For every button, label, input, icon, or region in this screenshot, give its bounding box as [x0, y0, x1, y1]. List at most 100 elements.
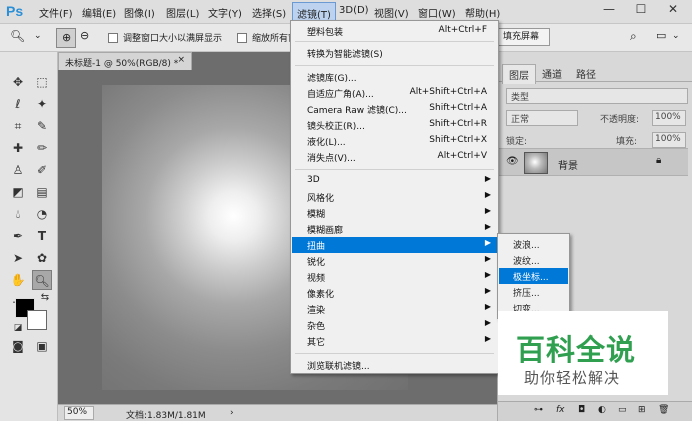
adjustment-layer-icon[interactable]: ◐ [598, 405, 606, 415]
lock-icon: 🔒︎ [656, 155, 662, 166]
layer-filter-select[interactable]: 类型 [506, 88, 688, 104]
resize-window-checkbox[interactable] [108, 33, 118, 43]
menu-select[interactable]: 选择(S) [252, 5, 286, 20]
menu-separator [295, 353, 494, 354]
eyedropper-tool-icon[interactable]: ✎ [32, 116, 52, 136]
visibility-eye-icon[interactable]: 👁︎ [506, 156, 519, 167]
menu-item-adaptive-wide-angle[interactable]: 自适应广角(A)... Alt+Shift+Ctrl+A [292, 85, 497, 101]
menu-item-distort[interactable]: 扭曲 ▶ [292, 237, 497, 253]
delete-layer-icon[interactable]: 🗑︎ [658, 405, 669, 415]
menu-item-plastic-wrap[interactable]: 塑料包装 Alt+Ctrl+F [292, 23, 497, 39]
hand-tool-icon[interactable]: ✋ [8, 270, 28, 290]
menu-item-render[interactable]: 渲染 ▶ [292, 301, 497, 317]
zoom-all-windows-checkbox[interactable] [237, 33, 247, 43]
menu-item-3d[interactable]: 3D ▶ [292, 173, 497, 189]
document-tab[interactable]: 未标题-1 @ 50%(RGB/8) * × [58, 52, 192, 70]
menu-item-pixelate[interactable]: 像素化 ▶ [292, 285, 497, 301]
crop-tool-icon[interactable]: ⌗ [8, 116, 28, 136]
menu-item-camera-raw[interactable]: Camera Raw 滤镜(C)... Shift+Ctrl+A [292, 101, 497, 117]
submenu-arrow-icon: ▶ [484, 222, 491, 231]
pen-tool-icon[interactable]: ✒ [8, 226, 28, 246]
menu-3d[interactable]: 3D(D) [339, 5, 369, 16]
close-button[interactable]: ✕ [658, 0, 688, 20]
close-document-icon[interactable]: × [177, 55, 185, 65]
zoom-tool-icon[interactable]: 🔍︎ [32, 270, 52, 290]
new-group-icon[interactable]: ▭ [618, 405, 627, 415]
background-color-swatch[interactable] [27, 310, 47, 330]
lasso-tool-icon[interactable]: ℓ [8, 94, 28, 114]
layer-row[interactable]: 👁︎ 背景 🔒︎ [498, 148, 688, 176]
document-info: 文档:1.83M/1.81M [126, 411, 206, 421]
menu-item-blur-gallery[interactable]: 模糊画廊 ▶ [292, 221, 497, 237]
marquee-tool-icon[interactable]: ⬚ [32, 72, 52, 92]
menu-item-noise[interactable]: 杂色 ▶ [292, 317, 497, 333]
menu-item-blur[interactable]: 模糊 ▶ [292, 205, 497, 221]
fx-icon[interactable]: fx [556, 405, 565, 415]
menu-layer[interactable]: 图层(L) [166, 5, 199, 20]
tab-channels[interactable]: 通道 [536, 64, 568, 83]
gradient-tool-icon[interactable]: ▤ [32, 182, 52, 202]
menu-item-browse-online[interactable]: 浏览联机滤镜... [292, 357, 497, 373]
menu-item-smart-filter[interactable]: 转换为智能滤镜(S) [292, 45, 497, 61]
search-icon[interactable]: ⌕ [630, 29, 637, 44]
clone-stamp-tool-icon[interactable]: ♙ [8, 160, 28, 180]
fill-input[interactable]: 100% [652, 132, 686, 148]
menu-item-filter-gallery[interactable]: 滤镜库(G)... [292, 69, 497, 85]
eraser-tool-icon[interactable]: ◩ [8, 182, 28, 202]
path-selection-tool-icon[interactable]: ➤ [8, 248, 28, 268]
minimize-button[interactable]: — [594, 0, 624, 20]
menu-window[interactable]: 窗口(W) [418, 5, 456, 20]
zoom-in-icon: ⊕ [62, 31, 72, 44]
status-arrow-icon[interactable]: › [230, 408, 234, 418]
submenu-item-ripple[interactable]: 波纹... [499, 252, 568, 268]
menu-help[interactable]: 帮助(H) [465, 5, 500, 20]
menu-filter[interactable]: 滤镜(T) [292, 2, 336, 22]
menu-item-other[interactable]: 其它 ▶ [292, 333, 497, 349]
swap-colors-icon[interactable]: ⇆ [35, 288, 55, 308]
menu-item-video[interactable]: 视频 ▶ [292, 269, 497, 285]
zoom-out-icon[interactable]: ⊖ [80, 29, 89, 42]
quick-mask-icon[interactable]: ◙ [8, 336, 28, 356]
blend-mode-select[interactable]: 正常 [506, 110, 578, 126]
dodge-tool-icon[interactable]: ◔ [32, 204, 52, 224]
menu-image[interactable]: 图像(I) [124, 5, 155, 20]
menu-type[interactable]: 文字(Y) [208, 5, 242, 20]
menu-separator [295, 65, 494, 66]
move-tool-icon[interactable]: ✥ [8, 72, 28, 92]
workspace-icon[interactable]: ▭ [656, 29, 666, 42]
screen-mode-icon[interactable]: ▣ [32, 336, 52, 356]
new-layer-icon[interactable]: ⊞ [638, 405, 646, 415]
type-tool-icon[interactable]: T [32, 226, 52, 246]
menu-item-liquify[interactable]: 液化(L)... Shift+Ctrl+X [292, 133, 497, 149]
menu-item-lens-correction[interactable]: 镜头校正(R)... Shift+Ctrl+R [292, 117, 497, 133]
tab-paths[interactable]: 路径 [570, 64, 602, 83]
shape-tool-icon[interactable]: ✿ [32, 248, 52, 268]
brush-tool-icon[interactable]: ✏ [32, 138, 52, 158]
menu-item-vanishing-point[interactable]: 消失点(V)... Alt+Ctrl+V [292, 149, 497, 165]
menu-view[interactable]: 视图(V) [374, 5, 409, 20]
menu-item-sharpen[interactable]: 锐化 ▶ [292, 253, 497, 269]
tab-layers[interactable]: 图层 [502, 64, 536, 84]
history-brush-tool-icon[interactable]: ✐ [32, 160, 52, 180]
add-mask-icon[interactable]: ◘ [578, 405, 585, 415]
submenu-item-wave[interactable]: 波浪... [499, 236, 568, 252]
tool-preset-chevron-icon[interactable]: ⌄ [34, 31, 42, 41]
zoom-tool-icon[interactable]: 🔍︎ [10, 29, 25, 43]
submenu-item-pinch[interactable]: 挤压... [499, 284, 568, 300]
default-colors-icon[interactable]: ◪ [8, 318, 28, 338]
menu-edit[interactable]: 编辑(E) [82, 5, 116, 20]
link-layers-icon[interactable]: ⊶ [534, 405, 543, 415]
magic-wand-tool-icon[interactable]: ✦ [32, 94, 52, 114]
zoom-level[interactable]: 50% [64, 406, 94, 420]
healing-brush-tool-icon[interactable]: ✚ [8, 138, 28, 158]
menu-item-stylize[interactable]: 风格化 ▶ [292, 189, 497, 205]
menu-file[interactable]: 文件(F) [39, 5, 73, 20]
opacity-input[interactable]: 100% [652, 110, 686, 126]
workspace-chevron-icon[interactable]: ⌄ [672, 31, 680, 41]
submenu-item-polar-coordinates[interactable]: 极坐标... [499, 268, 568, 284]
blur-tool-icon[interactable]: 💧︎ [8, 204, 28, 224]
zoom-in-button[interactable]: ⊕ [56, 28, 76, 48]
submenu-arrow-icon: ▶ [484, 174, 491, 183]
fill-screen-button[interactable]: 填充屏幕 [492, 28, 550, 46]
maximize-button[interactable]: ☐ [626, 0, 656, 20]
